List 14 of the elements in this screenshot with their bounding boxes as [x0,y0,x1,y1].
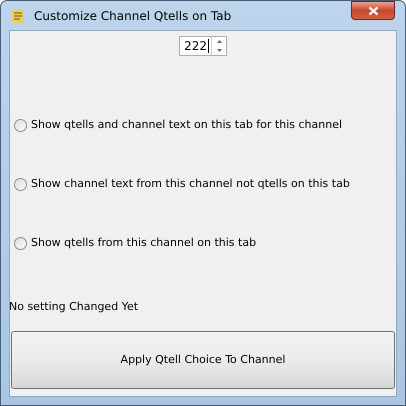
radio-button[interactable] [14,118,27,132]
radio-button[interactable] [14,236,27,250]
number-spinner[interactable]: 222 [179,36,227,56]
app-icon [10,8,26,24]
close-icon [368,6,378,16]
radio-option[interactable]: Show channel text from this channel not qtells on this tab [14,177,396,191]
apply-button[interactable]: Apply Qtell Choice To Channel [11,331,395,389]
window-title: Customize Channel Qtells on Tab [34,8,232,24]
radio-button[interactable] [14,178,27,190]
status-text: No setting Changed Yet [9,300,140,314]
spinner-value: 222 [183,38,208,55]
radio-option[interactable]: Show qtells and channel text on this tab for this channel [14,118,396,132]
radio-option[interactable]: Show qtells from this channel on this tab [14,236,396,250]
close-button[interactable] [351,1,395,20]
